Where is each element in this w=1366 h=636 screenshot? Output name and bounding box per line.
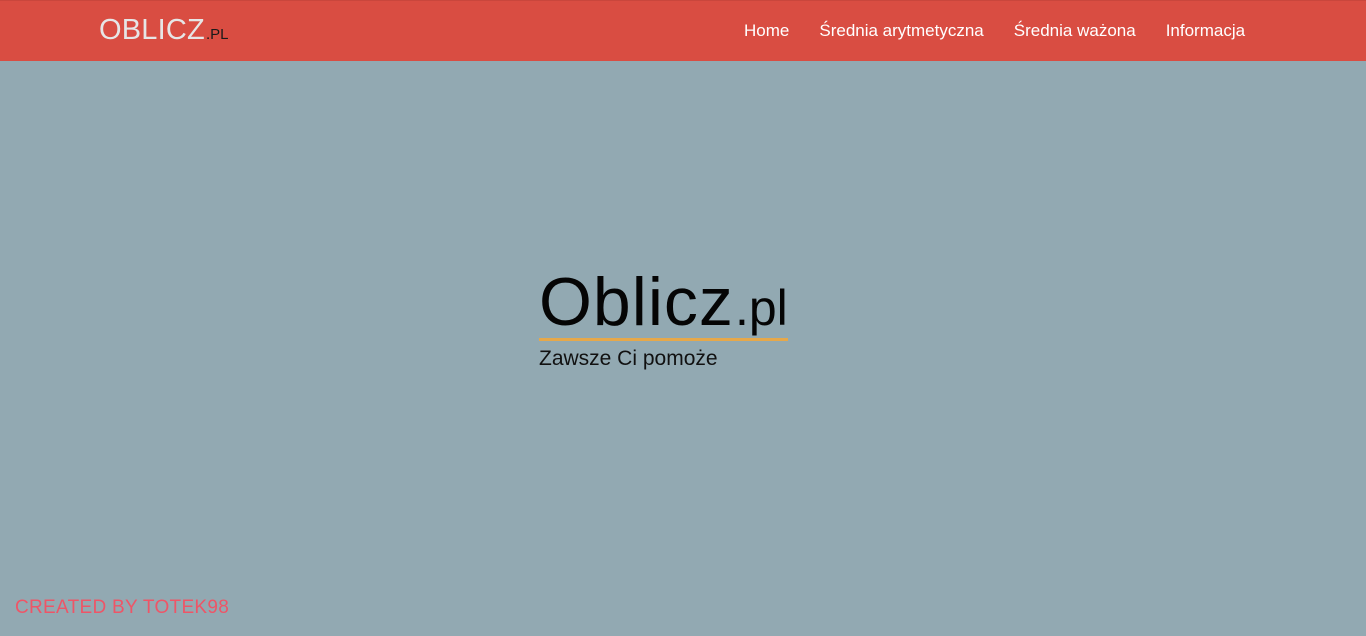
hero-title: Oblicz .pl: [539, 266, 788, 341]
nav-link-arithmetic-mean[interactable]: Średnia arytmetyczna: [819, 20, 983, 42]
hero-section: Oblicz .pl Zawsze Ci pomoże: [539, 266, 859, 371]
nav-link-home[interactable]: Home: [744, 20, 789, 42]
nav-link-information[interactable]: Informacja: [1166, 20, 1245, 42]
hero-title-main: Oblicz: [539, 264, 734, 340]
site-logo-suffix: .PL: [205, 26, 229, 43]
created-by-credit: CREATED BY TOTEK98: [15, 597, 230, 618]
site-logo-main: OBLICZ: [99, 14, 205, 46]
main-navigation: Home Średnia arytmetyczna Średnia ważona…: [744, 20, 1245, 42]
top-navigation-bar: OBLICZ .PL Home Średnia arytmetyczna Śre…: [0, 0, 1366, 61]
site-logo-link[interactable]: OBLICZ .PL: [99, 13, 228, 47]
hero-title-suffix: .pl: [734, 280, 788, 336]
nav-link-weighted-mean[interactable]: Średnia ważona: [1014, 20, 1136, 42]
hero-subtitle: Zawsze Ci pomoże: [539, 347, 718, 370]
